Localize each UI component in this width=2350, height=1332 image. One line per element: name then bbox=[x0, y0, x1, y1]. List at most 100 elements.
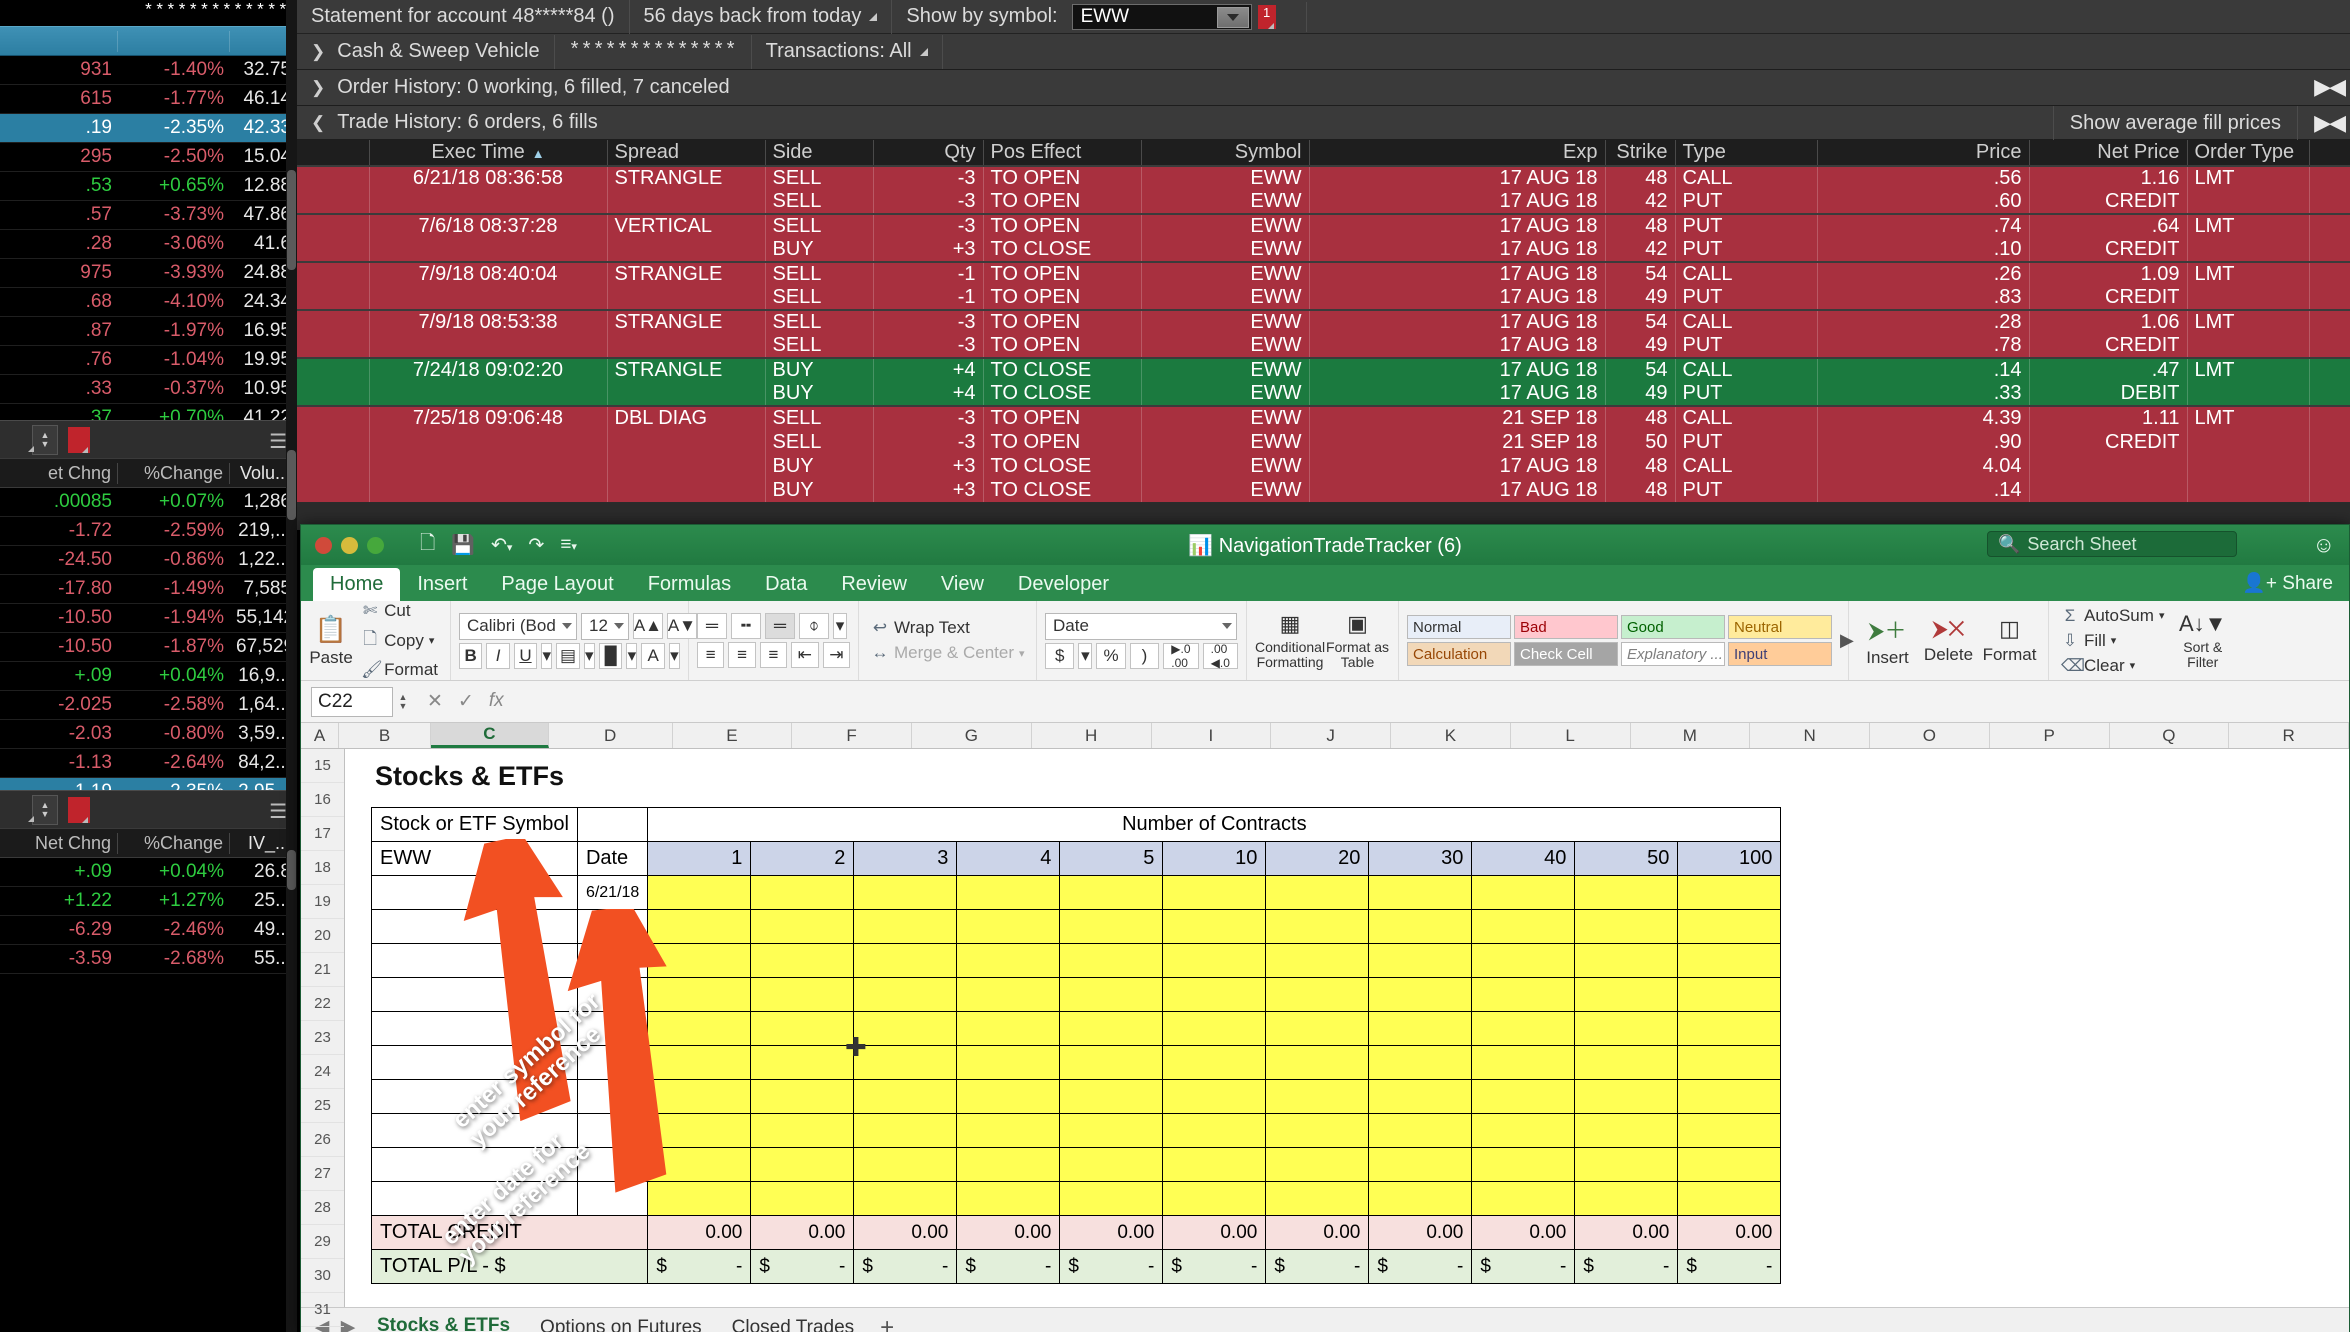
total-pl-value-6[interactable]: $ - bbox=[1265, 1249, 1370, 1284]
new-document-icon[interactable]: 🗋 bbox=[420, 529, 435, 561]
contract-count-header-30[interactable]: 30 bbox=[1368, 841, 1473, 876]
watchlist-row[interactable]: -10.50 -1.94% 55,142 bbox=[0, 604, 297, 633]
input-cell[interactable] bbox=[1574, 977, 1679, 1012]
symbol-header-label[interactable]: Stock or ETF Symbol bbox=[371, 807, 578, 842]
name-box[interactable]: C22 bbox=[311, 686, 393, 717]
row-header-31[interactable]: 31 bbox=[301, 1293, 344, 1327]
watchlist-row[interactable]: .28 -3.06% 41.6 bbox=[0, 230, 297, 259]
watchlist-row[interactable]: -1.13 -2.64% 84,2... bbox=[0, 749, 297, 778]
date-cell[interactable] bbox=[576, 1045, 649, 1080]
input-cell[interactable] bbox=[1574, 875, 1679, 910]
style-good[interactable]: Good bbox=[1621, 615, 1725, 639]
th-exec-time[interactable]: Exec Time ▲ bbox=[369, 140, 608, 167]
input-cell[interactable] bbox=[647, 1113, 752, 1148]
table-row[interactable]: 6/21/18 bbox=[371, 875, 1782, 910]
contract-count-header-10[interactable]: 10 bbox=[1162, 841, 1267, 876]
order-history-toggle[interactable]: ❯ Order History: 0 working, 6 filled, 7 … bbox=[297, 71, 744, 105]
row-header-22[interactable]: 22 bbox=[301, 987, 344, 1021]
input-cell[interactable] bbox=[1162, 1079, 1267, 1114]
input-cell[interactable] bbox=[853, 1181, 958, 1216]
input-cell[interactable] bbox=[1059, 943, 1164, 978]
style-neutral[interactable]: Neutral bbox=[1728, 615, 1832, 639]
column-header-C[interactable]: C bbox=[431, 723, 549, 748]
chevron-down-icon[interactable] bbox=[1216, 6, 1249, 28]
cut-button[interactable]: ✄ Cut bbox=[357, 600, 442, 622]
input-cell[interactable] bbox=[1265, 1011, 1370, 1046]
input-cell[interactable] bbox=[750, 875, 855, 910]
trade-history-row[interactable]: BUY +4 TO CLOSE EWW 17 AUG 18 49 PUT .33 DEBIT bbox=[297, 382, 2350, 406]
input-cell[interactable] bbox=[750, 1079, 855, 1114]
trade-history-toggle[interactable]: ❮ Trade History: 6 orders, 6 fills bbox=[297, 106, 612, 140]
font-color-button[interactable]: A bbox=[641, 642, 665, 669]
input-cell[interactable] bbox=[1162, 1181, 1267, 1216]
column-header-L[interactable]: L bbox=[1511, 723, 1631, 748]
column-header-E[interactable]: E bbox=[673, 723, 793, 748]
ribbon-group-cell-styles[interactable]: Normal Bad Good Neutral Calculation Chec… bbox=[1399, 601, 1854, 680]
total-pl-value-4[interactable]: $ - bbox=[1059, 1249, 1164, 1284]
input-cell[interactable] bbox=[1368, 909, 1473, 944]
table-row[interactable] bbox=[371, 1079, 1782, 1114]
input-cell[interactable] bbox=[1471, 1147, 1576, 1182]
increase-font-size-button[interactable]: A▲ bbox=[632, 612, 663, 639]
alert-flag-button[interactable] bbox=[68, 426, 90, 453]
cancel-formula-icon[interactable]: ✕ bbox=[427, 690, 443, 713]
ribbon-group-wrap-merge[interactable]: ↩ Wrap Text ↔ Merge & Center ▾ bbox=[859, 601, 1037, 680]
watchlist-panel-bottom[interactable]: ▲ ▼ ☰ Net Chng %Change IV_... +.09 +0.04% 2… bbox=[0, 790, 297, 1332]
trade-history-row[interactable]: 7/25/18 09:06:48 DBL DIAG SELL -3 TO OPEN EWW… bbox=[297, 405, 2350, 430]
collapse-all-icon[interactable]: ▶◀ bbox=[2314, 74, 2346, 100]
watchlist-panel-middle[interactable]: ▲ ▼ ☰ et Chng %Change Volu... .00085 +0.07… bbox=[0, 420, 297, 790]
row-header-24[interactable]: 24 bbox=[301, 1055, 344, 1089]
total-credit-value-7[interactable]: 0.00 bbox=[1368, 1215, 1473, 1250]
input-cell[interactable] bbox=[1265, 875, 1370, 910]
watchlist-bottom-header-row[interactable]: Net Chng %Change IV_... bbox=[0, 828, 297, 858]
notes-cell[interactable] bbox=[371, 1079, 578, 1114]
worksheet-grid[interactable]: 151617181920212223242526272829303132 Sto… bbox=[301, 749, 2349, 1327]
increase-indent-button[interactable]: ⇥ bbox=[822, 642, 851, 668]
column-header-I[interactable]: I bbox=[1152, 723, 1272, 748]
input-cell[interactable] bbox=[1574, 1147, 1679, 1182]
trade-history-row[interactable]: 7/6/18 08:37:28 VERTICAL SELL -3 TO OPEN EWW 1… bbox=[297, 213, 2350, 238]
th-order-type[interactable]: Order Type bbox=[2187, 140, 2310, 167]
trade-history-row[interactable]: SELL -3 TO OPEN EWW 17 AUG 18 49 PUT .78 CREDIT bbox=[297, 334, 2350, 358]
row-header-17[interactable]: 17 bbox=[301, 817, 344, 851]
contract-count-header-100[interactable]: 100 bbox=[1677, 841, 1782, 876]
input-cell[interactable] bbox=[956, 1045, 1061, 1080]
input-cell[interactable] bbox=[647, 875, 752, 910]
merge-center-button[interactable]: ↔ Merge & Center ▾ bbox=[867, 642, 1029, 664]
chevron-right-icon[interactable]: ❯ bbox=[311, 78, 325, 98]
input-cell[interactable] bbox=[647, 943, 752, 978]
formula-bar[interactable]: C22 ▲ ▼ ✕ ✓ fx bbox=[301, 681, 2349, 723]
th-type[interactable]: Type bbox=[1675, 140, 1818, 167]
statement-account-label[interactable]: Statement for account 48*****84 () bbox=[297, 0, 630, 34]
total-credit-value-2[interactable]: 0.00 bbox=[853, 1215, 958, 1250]
number-of-contracts-header[interactable]: Number of Contracts bbox=[647, 807, 1782, 842]
underline-dropdown[interactable]: ▾ bbox=[541, 642, 553, 669]
sheet-tab-closed-trades[interactable]: Closed Trades bbox=[720, 1314, 867, 1332]
excel-window[interactable]: 🗋 💾 ↶▾ ↷ ≡▾ 📊 NavigationTradeTracker (6)… bbox=[300, 524, 2350, 1332]
chevron-down-icon[interactable] bbox=[28, 446, 34, 452]
column-header-row[interactable]: ABCDEFGHIJKLMNOPQR bbox=[301, 723, 2349, 749]
input-cell[interactable] bbox=[1368, 943, 1473, 978]
input-cell[interactable] bbox=[647, 909, 752, 944]
show-average-fill-prices-button[interactable]: Show average fill prices bbox=[2052, 106, 2298, 140]
input-cell[interactable] bbox=[1677, 1079, 1782, 1114]
watchlist-row[interactable]: 295 -2.50% 15.04 bbox=[0, 143, 297, 172]
watchlist-row[interactable]: .33 -0.37% 10.95 bbox=[0, 375, 297, 404]
maximize-icon[interactable] bbox=[367, 536, 384, 554]
style-check-cell[interactable]: Check Cell bbox=[1514, 642, 1618, 666]
share-button[interactable]: 👤+ Share bbox=[2242, 571, 2333, 595]
watchlist-row[interactable]: 615 -1.77% 46.14 bbox=[0, 85, 297, 114]
notes-cell[interactable] bbox=[371, 943, 578, 978]
notes-cell[interactable] bbox=[371, 1181, 578, 1216]
watchlist-row[interactable]: -6.29 -2.46% 49... bbox=[0, 916, 297, 945]
watchlist-row[interactable]: 931 -1.40% 32.75 bbox=[0, 56, 297, 85]
currency-format-button[interactable]: $ bbox=[1045, 642, 1075, 669]
watchlist-row[interactable]: -1.19-2.35%2,95... bbox=[0, 778, 297, 790]
copy-button[interactable]: 🗋 Copy ▾ bbox=[357, 625, 442, 656]
watchlist-row[interactable]: +.09 +0.04% 26.8 bbox=[0, 858, 297, 887]
input-cell[interactable] bbox=[956, 1113, 1061, 1148]
input-cell[interactable] bbox=[750, 1181, 855, 1216]
input-cell[interactable] bbox=[1574, 1045, 1679, 1080]
ribbon-group-styles-buttons[interactable]: ▦ Conditional Formatting ▣ Format as Tab… bbox=[1247, 601, 1399, 680]
input-cell[interactable] bbox=[1162, 875, 1267, 910]
